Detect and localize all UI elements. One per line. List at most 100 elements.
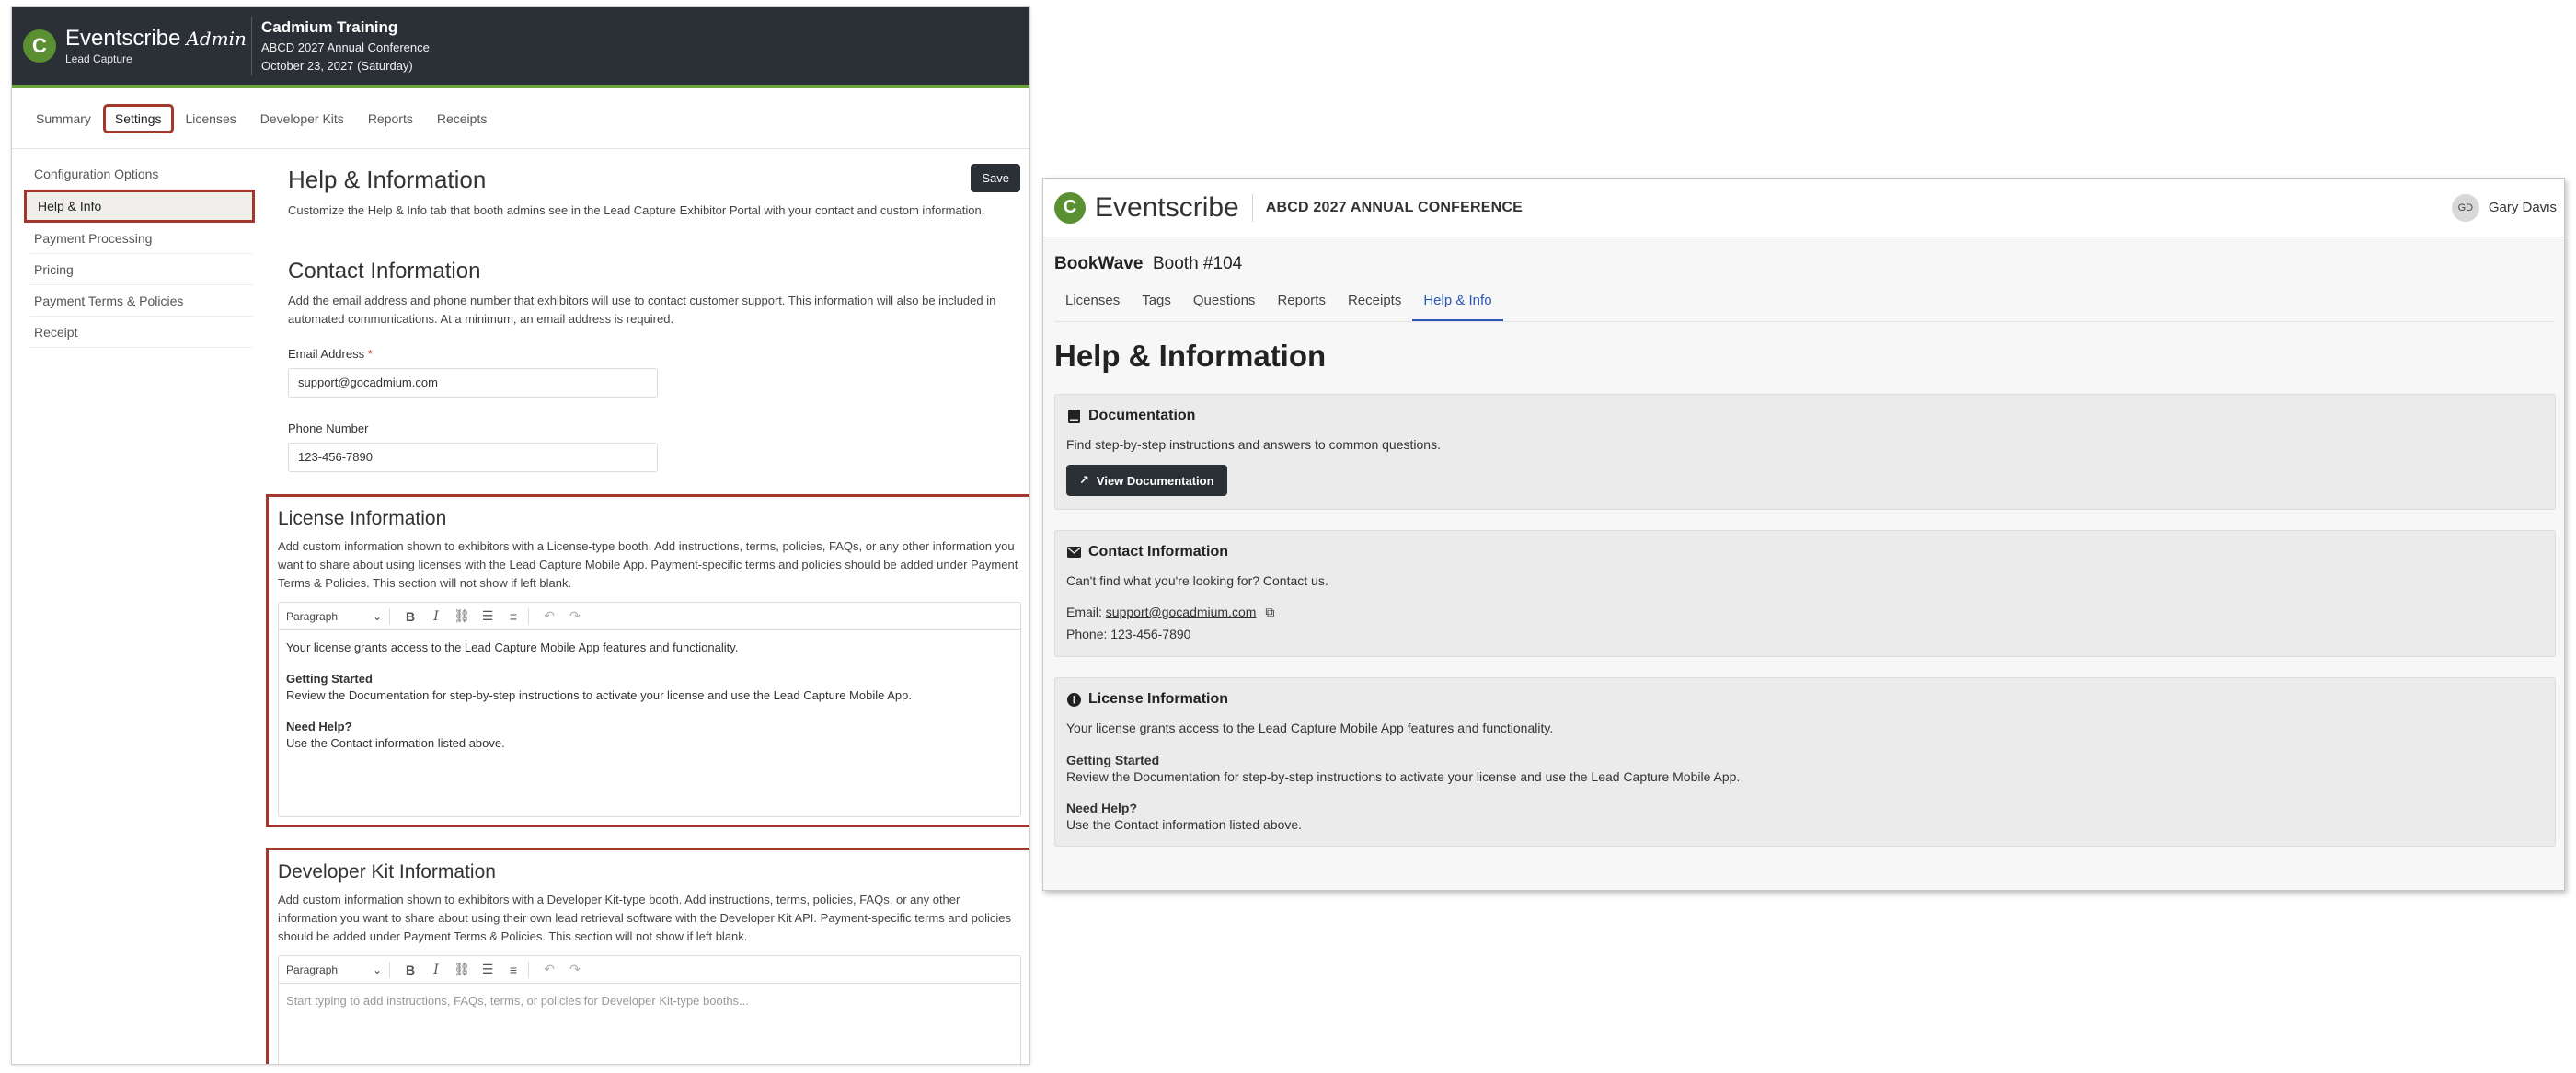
required-marker: * [367, 347, 373, 361]
envelope-icon [1066, 545, 1081, 560]
editor-paragraph: Review the Documentation for step-by-ste… [286, 688, 912, 702]
devkit-description: Add custom information shown to exhibito… [278, 893, 1012, 943]
user-name[interactable]: Gary Davis [2489, 200, 2557, 215]
sidebar-item-receipt[interactable]: Receipt [30, 317, 253, 348]
license-section: License Information Add custom informati… [266, 494, 1029, 827]
view-documentation-button[interactable]: ↗ View Documentation [1066, 465, 1227, 496]
documentation-title: Documentation [1088, 408, 1196, 423]
contact-phone: Phone: 123-456-7890 [1066, 627, 1191, 641]
brand-admin-label: Admin [186, 28, 247, 50]
email-field[interactable]: support@gocadmium.com [288, 368, 658, 398]
portal-brand[interactable]: Eventscribe [1095, 192, 1239, 224]
email-link[interactable]: support@gocadmium.com [1106, 605, 1257, 619]
contact-card: Contact Information Can't find what you'… [1054, 530, 2556, 657]
brand[interactable]: C Eventscribe Admin Lead Capture [12, 7, 251, 85]
brand-subtitle: Lead Capture [65, 52, 132, 65]
tab-reports[interactable]: Reports [359, 107, 422, 131]
save-button[interactable]: Save [971, 164, 1020, 192]
tab-receipts[interactable]: Receipts [1337, 287, 1412, 321]
book-icon [1066, 409, 1081, 423]
event-info: Cadmium Training ABCD 2027 Annual Confer… [261, 17, 430, 75]
license-card: License Information Your license grants … [1054, 677, 2556, 847]
booth-name: BookWave [1054, 254, 1144, 273]
header-divider [1251, 193, 1253, 222]
devkit-section: Developer Kit Information Add custom inf… [266, 848, 1029, 1064]
avatar[interactable]: GD [2451, 193, 2479, 222]
tab-reports[interactable]: Reports [1266, 287, 1337, 321]
editor-heading-getting-started: Getting Started [286, 672, 373, 686]
italic-icon[interactable]: I [423, 609, 449, 624]
undo-icon[interactable]: ↶ [536, 608, 562, 624]
license-editor[interactable]: Paragraph ⌄ B I ⛓ ☰ ≡ ↶ ↷ Your license gr… [278, 602, 1021, 817]
devkit-editor-body[interactable]: Start typing to add instructions, FAQs, … [279, 984, 1020, 1064]
undo-icon[interactable]: ↶ [536, 962, 562, 977]
paragraph-select[interactable]: Paragraph ⌄ [286, 963, 387, 976]
numbered-list-icon[interactable]: ≡ [500, 963, 526, 977]
admin-tabs: Summary Settings Licenses Developer Kits… [12, 88, 1029, 149]
sidebar-item-payment-terms[interactable]: Payment Terms & Policies [30, 285, 253, 317]
tab-questions[interactable]: Questions [1182, 287, 1267, 321]
sidebar-item-help-info[interactable]: Help & Info [24, 190, 255, 223]
italic-icon[interactable]: I [423, 963, 449, 977]
contact-description: Add the email address and phone number t… [288, 294, 996, 326]
documentation-card: Documentation Find step-by-step instruct… [1054, 394, 2556, 510]
contact-title: Contact Information [1088, 544, 1228, 560]
link-icon[interactable]: ⛓ [449, 962, 475, 977]
license-editor-body[interactable]: Your license grants access to the Lead C… [279, 630, 1020, 816]
sidebar-item-pricing[interactable]: Pricing [30, 254, 253, 285]
editor-intro: Your license grants access to the Lead C… [286, 640, 739, 654]
phone-field[interactable]: 123-456-7890 [288, 443, 658, 472]
contact-text: Can't find what you're looking for? Cont… [1066, 573, 1328, 588]
contact-section: Contact Information Add the email addres… [277, 242, 1029, 472]
external-link-icon: ↗ [1079, 473, 1089, 487]
paragraph-select[interactable]: Paragraph ⌄ [286, 610, 387, 623]
tab-summary[interactable]: Summary [27, 107, 100, 131]
license-heading-getting-started: Getting Started [1066, 753, 1160, 767]
bullet-list-icon[interactable]: ☰ [475, 608, 500, 624]
bullet-list-icon[interactable]: ☰ [475, 962, 500, 977]
settings-sidebar: Configuration Options Help & Info Paymen… [12, 149, 255, 1064]
link-icon[interactable]: ⛓ [449, 608, 475, 624]
tab-developer-kits[interactable]: Developer Kits [251, 107, 353, 131]
tab-tags[interactable]: Tags [1131, 287, 1182, 321]
user-menu[interactable]: GD Gary Davis [2451, 193, 2564, 222]
info-circle-icon [1066, 692, 1081, 707]
editor-placeholder: Start typing to add instructions, FAQs, … [286, 994, 749, 1008]
email-label: Email Address * [288, 347, 373, 361]
tab-settings[interactable]: Settings [102, 103, 174, 133]
editor-toolbar: Paragraph ⌄ B I ⛓ ☰ ≡ ↶ ↷ [279, 956, 1020, 984]
tab-licenses[interactable]: Licenses [1054, 287, 1131, 321]
sidebar-item-configuration-options[interactable]: Configuration Options [30, 158, 253, 190]
tab-help-info[interactable]: Help & Info [1412, 287, 1503, 321]
portal-event: ABCD 2027 ANNUAL CONFERENCE [1265, 199, 1523, 215]
portal-tabs: Licenses Tags Questions Reports Receipts… [1054, 287, 2555, 322]
license-paragraph: Use the Contact information listed above… [1066, 817, 1303, 832]
page-description: Customize the Help & Info tab that booth… [288, 203, 985, 217]
numbered-list-icon[interactable]: ≡ [500, 609, 526, 624]
contact-email-row: Email: support@gocadmium.com ⧉ [1066, 603, 1275, 621]
bold-icon[interactable]: B [397, 963, 423, 977]
booth-number: Booth #104 [1153, 254, 1243, 273]
devkit-editor[interactable]: Paragraph ⌄ B I ⛓ ☰ ≡ ↶ ↷ Start typing to… [278, 955, 1021, 1064]
tab-receipts[interactable]: Receipts [428, 107, 496, 131]
redo-icon[interactable]: ↷ [562, 608, 588, 624]
copy-icon[interactable]: ⧉ [1265, 603, 1274, 621]
tab-licenses[interactable]: Licenses [177, 107, 246, 131]
help-section: Help & Information Save Customize the He… [277, 149, 1029, 220]
editor-toolbar: Paragraph ⌄ B I ⛓ ☰ ≡ ↶ ↷ [279, 603, 1020, 630]
header-divider [251, 17, 252, 75]
license-title: License Information [278, 508, 447, 529]
portal-window: C Eventscribe ABCD 2027 ANNUAL CONFERENC… [1042, 178, 2565, 891]
event-conference: ABCD 2027 Annual Conference [261, 40, 430, 54]
bold-icon[interactable]: B [397, 609, 423, 624]
portal-body: BookWave Booth #104 Licenses Tags Questi… [1043, 237, 2564, 890]
portal-header: C Eventscribe ABCD 2027 ANNUAL CONFERENC… [1043, 179, 2564, 237]
sidebar-item-payment-processing[interactable]: Payment Processing [30, 223, 253, 254]
license-description: Add custom information shown to exhibito… [278, 539, 1018, 590]
admin-header: C Eventscribe Admin Lead Capture Cadmium … [12, 7, 1029, 88]
redo-icon[interactable]: ↷ [562, 962, 588, 977]
license-paragraph: Review the Documentation for step-by-ste… [1066, 769, 1741, 784]
brand-name: Eventscribe [65, 26, 181, 51]
documentation-text: Find step-by-step instructions and answe… [1066, 437, 1441, 452]
chevron-down-icon: ⌄ [372, 609, 382, 623]
